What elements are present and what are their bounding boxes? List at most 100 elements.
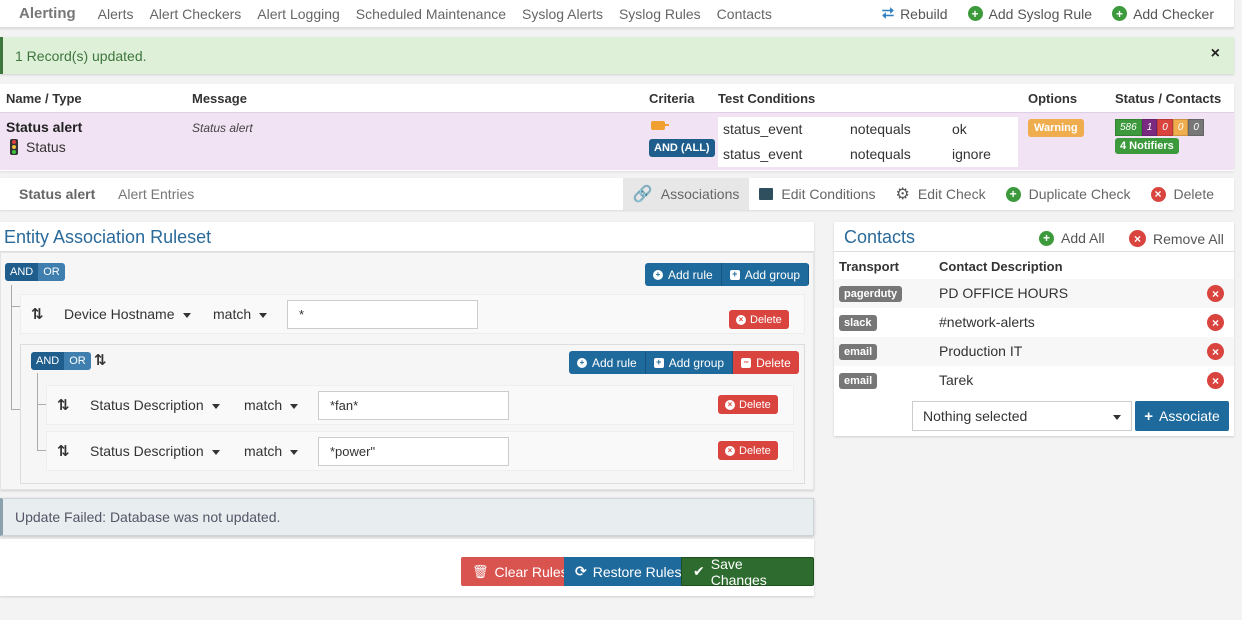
condition-row: status_event notequals ok	[718, 117, 1018, 142]
sort-icon[interactable]: ⇅	[94, 351, 107, 369]
or-toggle[interactable]: OR	[64, 352, 91, 370]
nav-link-contacts[interactable]: Contacts	[709, 6, 780, 22]
rebuild-button[interactable]: ⮂ Rebuild	[872, 5, 958, 22]
delete-rule-button[interactable]: × Delete	[718, 395, 778, 414]
add-syslog-rule-button[interactable]: + Add Syslog Rule	[958, 6, 1103, 22]
delete-rule-button[interactable]: × Delete	[729, 310, 789, 329]
notifiers-badge[interactable]: 4 Notifiers	[1115, 138, 1179, 154]
nav-brand[interactable]: Alerting	[0, 5, 90, 22]
table-header: Name / Type Message Criteria Test Condit…	[0, 84, 1234, 112]
sort-icon[interactable]: ⇅	[57, 442, 70, 460]
status-badge-unknown[interactable]: 0	[1188, 119, 1204, 136]
rule-operator-select[interactable]: match	[213, 306, 268, 322]
rebuild-icon: ⮂	[882, 5, 895, 22]
close-icon[interactable]: ×	[1211, 45, 1220, 63]
add-group-label: Add group	[668, 355, 725, 370]
caret-down-icon	[290, 403, 299, 409]
contact-select[interactable]: Nothing selected	[912, 401, 1132, 431]
entity-association-ruleset: Entity Association Ruleset AND OR + Add r…	[0, 222, 814, 490]
tab-edit-check[interactable]: ⚙ Edit Check	[886, 178, 996, 210]
rule-field-select[interactable]: Status Description	[90, 443, 220, 459]
add-all-button[interactable]: + Add All	[1039, 230, 1105, 246]
plus-circle-icon: +	[577, 357, 587, 368]
clear-rules-button[interactable]: 🗑 Clear Rules	[461, 557, 579, 586]
transport-badge: pagerduty	[839, 286, 903, 302]
plus-circle-icon: +	[653, 269, 663, 280]
delete-rule-label: Delete	[750, 313, 782, 326]
transport-badge: email	[839, 344, 878, 360]
plus-square-icon: +	[729, 269, 740, 280]
rule-status-description-power: ⇅ Status Description match *power" × Dele…	[46, 431, 794, 471]
add-rule-button[interactable]: + Add rule	[569, 351, 646, 374]
nav-link-alert-logging[interactable]: Alert Logging	[249, 6, 348, 22]
add-syslog-rule-label: Add Syslog Rule	[988, 5, 1093, 22]
status-badge-alert[interactable]: 1	[1141, 119, 1158, 136]
tab-delete[interactable]: × Delete	[1141, 178, 1234, 210]
delete-rule-button[interactable]: × Delete	[718, 441, 778, 460]
nav-link-scheduled-maintenance[interactable]: Scheduled Maintenance	[348, 6, 514, 22]
tab-duplicate-check[interactable]: + Duplicate Check	[996, 178, 1141, 210]
and-toggle[interactable]: AND	[5, 263, 39, 281]
remove-contact-icon[interactable]: ×	[1207, 314, 1224, 331]
rule-operator-select[interactable]: match	[244, 397, 299, 413]
remove-all-button[interactable]: × Remove All	[1129, 230, 1224, 247]
rule-operator-select[interactable]: match	[244, 443, 299, 459]
status-badge-warning[interactable]: 0	[1172, 119, 1189, 136]
remove-circle-icon: ×	[725, 445, 735, 456]
remove-contact-icon[interactable]: ×	[1207, 285, 1224, 302]
caret-down-icon	[211, 449, 220, 455]
edit-check-label: Edit Check	[917, 186, 986, 202]
delete-rule-label: Delete	[739, 398, 771, 411]
add-checker-button[interactable]: + Add Checker	[1102, 6, 1234, 22]
contact-description: Production IT	[939, 343, 1023, 359]
and-or-toggle: AND OR	[5, 263, 65, 281]
header-message: Message	[192, 91, 247, 106]
sort-icon[interactable]: ⇅	[31, 305, 44, 323]
status-badge-ok[interactable]: 586	[1115, 119, 1142, 136]
rule-group-root: AND OR + Add rule + Add group ⇅ Device Hos…	[0, 252, 814, 490]
rule-value-input[interactable]: *power"	[318, 437, 509, 466]
rule-field-select[interactable]: Device Hostname	[64, 306, 191, 322]
add-group-button[interactable]: + Add group	[645, 351, 734, 374]
list-item: pagerduty PD OFFICE HOURS ×	[834, 279, 1234, 308]
nav-link-syslog-rules[interactable]: Syslog Rules	[611, 6, 709, 22]
rule-value-input[interactable]: *fan*	[318, 391, 509, 420]
nav-link-alerts[interactable]: Alerts	[90, 6, 142, 22]
success-alert: 1 Record(s) updated. ×	[0, 37, 1234, 74]
header-contact-description: Contact Description	[939, 259, 1063, 274]
rule-field-select[interactable]: Status Description	[90, 397, 220, 413]
or-toggle[interactable]: OR	[38, 263, 65, 281]
delete-group-button[interactable]: − Delete	[733, 351, 799, 374]
traffic-light-icon	[10, 139, 18, 155]
check-type: Status	[10, 139, 66, 155]
rule-value-input[interactable]: *	[287, 300, 478, 329]
associate-button[interactable]: + Associate	[1135, 401, 1229, 431]
tab-check-title: Status alert	[19, 186, 96, 202]
root-group-buttons: + Add rule + Add group	[645, 263, 810, 286]
warning-badge: Warning	[1028, 119, 1084, 137]
table-row[interactable]: Status alert Status Status alert AND (AL…	[0, 112, 1234, 170]
add-rule-button[interactable]: + Add rule	[645, 263, 722, 286]
header-criteria: Criteria	[649, 91, 695, 106]
remove-contact-icon[interactable]: ×	[1207, 372, 1224, 389]
check-type-label: Status	[26, 139, 66, 155]
tab-edit-conditions[interactable]: Edit Conditions	[749, 178, 885, 210]
nav-link-alert-checkers[interactable]: Alert Checkers	[141, 6, 249, 22]
restore-rules-button[interactable]: ⟳ Restore Rules	[564, 557, 693, 586]
contact-select-value: Nothing selected	[923, 408, 1028, 424]
link-icon: 🔗	[632, 186, 653, 203]
sort-icon[interactable]: ⇅	[57, 396, 70, 414]
remove-contact-icon[interactable]: ×	[1207, 343, 1224, 360]
caret-down-icon	[259, 312, 268, 318]
tab-associations[interactable]: 🔗 Associations	[622, 178, 750, 210]
tab-alert-entries[interactable]: Alert Entries	[99, 186, 194, 202]
nav-link-syslog-alerts[interactable]: Syslog Alerts	[514, 6, 611, 22]
gear-icon: ⚙	[895, 186, 910, 203]
and-toggle[interactable]: AND	[31, 352, 65, 370]
save-changes-button[interactable]: ✔ Save Changes	[681, 556, 814, 588]
status-badge-error[interactable]: 0	[1157, 119, 1173, 136]
and-or-toggle: AND OR	[31, 352, 91, 370]
add-group-button[interactable]: + Add group	[721, 263, 810, 286]
plus-circle-icon: +	[967, 6, 983, 21]
test-conditions: status_event notequals ok status_event n…	[718, 117, 1018, 167]
